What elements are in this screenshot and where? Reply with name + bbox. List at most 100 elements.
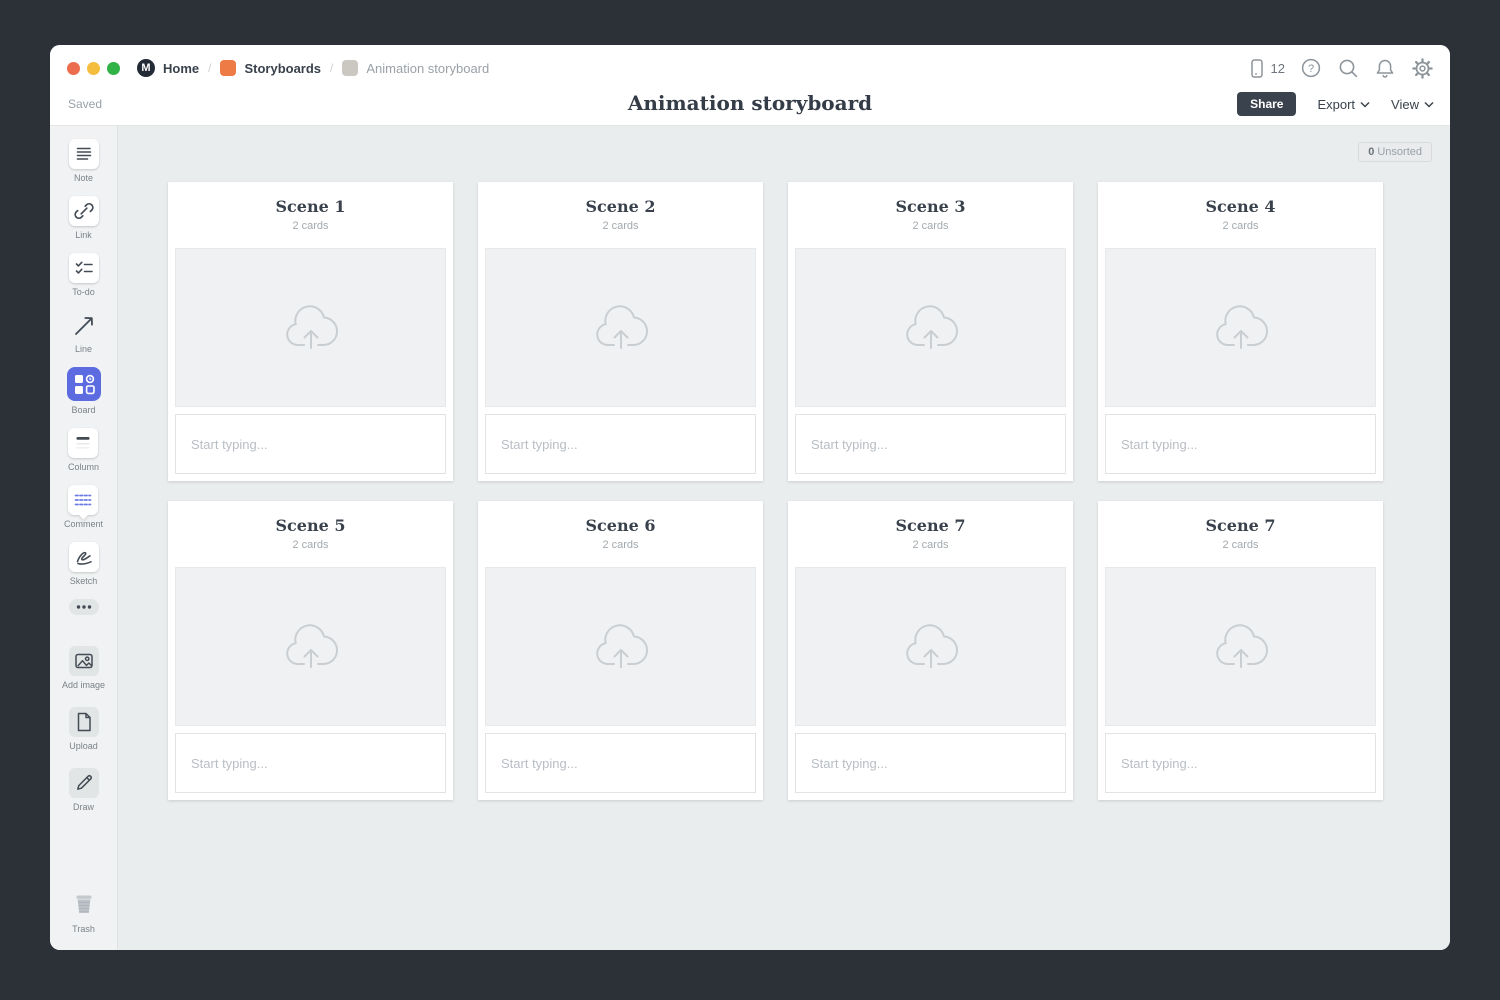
trash-icon [69, 890, 99, 920]
draw-pencil-icon [69, 768, 99, 798]
notifications-button[interactable] [1374, 57, 1396, 79]
scene-text-input[interactable]: Start typing... [175, 733, 446, 793]
cloud-upload-icon [899, 620, 963, 674]
breadcrumb-home[interactable]: Home [163, 61, 199, 76]
tool-more[interactable] [69, 599, 99, 620]
help-button[interactable]: ? [1300, 57, 1322, 79]
tool-label: Line [75, 344, 92, 354]
tool-add-image[interactable]: Add image [62, 646, 105, 690]
cloud-upload-icon [1209, 620, 1273, 674]
export-menu-button[interactable]: Export [1317, 97, 1370, 112]
upload-file-icon [69, 707, 99, 737]
image-dropzone[interactable] [795, 248, 1066, 407]
scene-card[interactable]: Scene 1 2 cards Start typing... [168, 182, 453, 481]
title-row: Saved Animation storyboard Share Export … [50, 83, 1450, 125]
scene-title: Scene 5 [168, 516, 453, 535]
tool-column[interactable]: Column [68, 428, 99, 472]
tool-label: Upload [69, 741, 98, 751]
add-image-icon [69, 646, 99, 676]
column-icon [68, 428, 98, 458]
tool-trash[interactable]: Trash [69, 890, 99, 934]
search-button[interactable] [1337, 57, 1359, 79]
tool-board-active[interactable]: Board [67, 367, 101, 415]
image-dropzone[interactable] [485, 567, 756, 726]
scene-title: Scene 6 [478, 516, 763, 535]
scene-card[interactable]: Scene 5 2 cards Start typing... [168, 501, 453, 800]
scene-text-input[interactable]: Start typing... [485, 414, 756, 474]
view-menu-button[interactable]: View [1391, 97, 1434, 112]
zoom-window-button[interactable] [107, 62, 120, 75]
chevron-down-icon [1424, 101, 1434, 108]
image-dropzone[interactable] [175, 248, 446, 407]
current-board-icon [342, 60, 358, 76]
image-dropzone[interactable] [1105, 248, 1376, 407]
scene-text-input[interactable]: Start typing... [1105, 414, 1376, 474]
app-window: M Home / Storyboards / Animation storybo… [50, 45, 1450, 950]
board-canvas[interactable]: 0Unsorted Scene 1 2 cards [118, 126, 1450, 950]
unsorted-count: 0 [1368, 146, 1374, 158]
tool-draw[interactable]: Draw [69, 768, 99, 812]
storyboards-board-icon[interactable] [220, 60, 236, 76]
image-dropzone[interactable] [795, 567, 1066, 726]
minimize-window-button[interactable] [87, 62, 100, 75]
tool-label: Sketch [70, 576, 98, 586]
scene-card[interactable]: Scene 3 2 cards Start typing... [788, 182, 1073, 481]
todo-icon [69, 253, 99, 283]
scene-card[interactable]: Scene 7 2 cards Start typing... [1098, 501, 1383, 800]
scene-title: Scene 1 [168, 197, 453, 216]
cloud-upload-icon [589, 620, 653, 674]
tool-note[interactable]: Note [69, 139, 99, 183]
share-button[interactable]: Share [1237, 92, 1296, 116]
gear-icon [1411, 57, 1434, 80]
tool-todo[interactable]: To-do [69, 253, 99, 297]
mobile-device-icon [1246, 57, 1267, 79]
header-actions: Share Export View [1237, 92, 1434, 116]
window-controls [67, 62, 120, 75]
help-icon: ? [1300, 57, 1322, 79]
breadcrumb-current: Animation storyboard [366, 61, 489, 76]
scene-card[interactable]: Scene 4 2 cards Start typing... [1098, 182, 1383, 481]
tool-upload[interactable]: Upload [69, 707, 99, 751]
scene-text-input[interactable]: Start typing... [795, 414, 1066, 474]
scene-text-input[interactable]: Start typing... [175, 414, 446, 474]
tool-label: Trash [72, 924, 95, 934]
sketch-icon [69, 542, 99, 572]
scene-card[interactable]: Scene 6 2 cards Start typing... [478, 501, 763, 800]
scene-title: Scene 7 [788, 516, 1073, 535]
tool-link[interactable]: Link [69, 196, 99, 240]
scene-title: Scene 2 [478, 197, 763, 216]
unsorted-badge[interactable]: 0Unsorted [1358, 142, 1432, 162]
tool-comment[interactable]: Comment [64, 485, 103, 529]
tool-sketch[interactable]: Sketch [69, 542, 99, 586]
breadcrumb-row: M Home / Storyboards / Animation storybo… [50, 45, 1450, 83]
unsorted-label: Unsorted [1377, 146, 1422, 158]
breadcrumb-storyboards[interactable]: Storyboards [244, 61, 321, 76]
tool-label: Draw [73, 802, 94, 812]
tool-label: Column [68, 462, 99, 472]
cloud-upload-icon [589, 301, 653, 355]
scene-card[interactable]: Scene 2 2 cards Start typing... [478, 182, 763, 481]
scene-text-input[interactable]: Start typing... [1105, 733, 1376, 793]
scene-text-input[interactable]: Start typing... [795, 733, 1066, 793]
save-status: Saved [68, 97, 102, 111]
scene-card[interactable]: Scene 7 2 cards Start typing... [788, 501, 1073, 800]
tool-line[interactable]: Line [69, 310, 99, 354]
close-window-button[interactable] [67, 62, 80, 75]
tool-label: Note [74, 173, 93, 183]
scene-card-grid: Scene 1 2 cards Start typing... [168, 182, 1383, 800]
tool-label: Link [75, 230, 92, 240]
tool-label: Add image [62, 680, 105, 690]
cloud-upload-icon [899, 301, 963, 355]
mobile-device-button[interactable]: 12 [1246, 57, 1285, 79]
settings-button[interactable] [1411, 57, 1434, 80]
image-dropzone[interactable] [175, 567, 446, 726]
image-dropzone[interactable] [1105, 567, 1376, 726]
header-icon-group: 12 ? [1246, 57, 1434, 80]
image-dropzone[interactable] [485, 248, 756, 407]
breadcrumb-separator: / [330, 61, 333, 75]
window-body: Note Link [50, 126, 1450, 950]
cloud-upload-icon [1209, 301, 1273, 355]
scene-text-input[interactable]: Start typing... [485, 733, 756, 793]
cloud-upload-icon [279, 301, 343, 355]
milanote-logo-icon[interactable]: M [137, 59, 155, 77]
